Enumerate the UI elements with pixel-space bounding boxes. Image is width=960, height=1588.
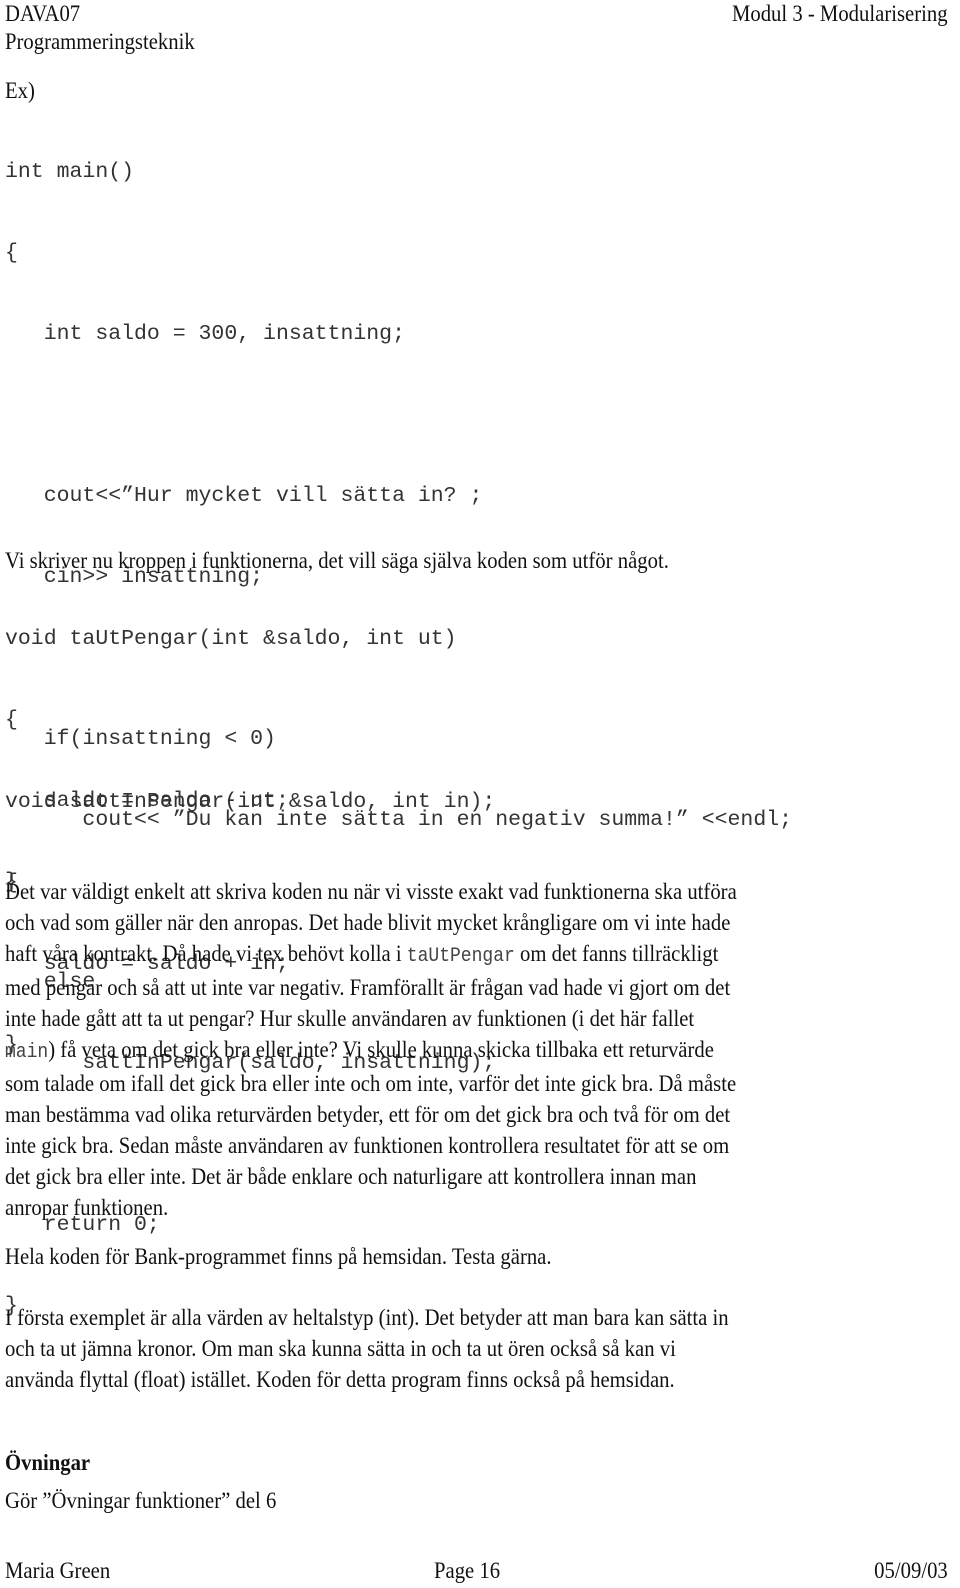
paragraph-line: och vad som gäller när den anropas. Det … — [5, 910, 731, 935]
footer-page-number: Page 16 — [434, 1558, 501, 1583]
paragraph-line: main) få veta om det gick bra eller inte… — [5, 1037, 714, 1064]
code-line: { — [5, 241, 18, 265]
paragraph-line: man bestämma vad olika returvärden betyd… — [5, 1102, 731, 1127]
course-name: Programmeringsteknik — [5, 29, 195, 54]
paragraph-line: använda flyttal (float) istället. Koden … — [5, 1367, 675, 1392]
footer-date-text: 05/09/03 — [874, 1558, 948, 1583]
code-line: int saldo = 300, insattning; — [5, 322, 405, 346]
footer-author: Maria Green — [5, 1558, 111, 1583]
code-line: int main() — [5, 160, 135, 184]
footer-date: 05/09/03 — [866, 1555, 948, 1586]
course-code: DAVA07 — [5, 1, 81, 26]
paragraph-line: inte hade gått att ta ut pengar? Hur sku… — [5, 1006, 695, 1031]
code-line: cout<<”Hur mycket vill sätta in? ; — [5, 484, 483, 508]
code-line: void sattInPengar(int &saldo, int in); — [5, 790, 496, 814]
code-line: { — [5, 708, 18, 732]
inline-code-tautpengar: taUtPengar — [406, 945, 515, 968]
paragraph-line: haft våra kontrakt. Då hade vi tex behöv… — [5, 941, 719, 968]
paragraph-line: det gick bra eller inte. Det är både enk… — [5, 1164, 697, 1189]
module-title-text: Modul 3 - Modularisering — [732, 1, 948, 26]
paragraph-line: med pengar och så att ut inte var negati… — [5, 975, 731, 1000]
paragraph-bank-program: Hela koden för Bank-programmet finns på … — [5, 1244, 552, 1269]
paragraph-line: I första exemplet är alla värden av helt… — [5, 1305, 729, 1330]
paragraph-line: och ta ut jämna kronor. Om man ska kunna… — [5, 1336, 676, 1361]
paragraph-line: inte gick bra. Sedan måste användaren av… — [5, 1133, 730, 1158]
exercises-heading: Övningar — [5, 1450, 91, 1475]
paragraph-line: som talade om ifall det gick bra eller i… — [5, 1071, 737, 1096]
paragraph-contracts: Det var väldigt enkelt att skriva koden … — [5, 876, 959, 1223]
paragraph-float: I första exemplet är alla värden av helt… — [5, 1302, 959, 1395]
module-title: Modul 3 - Modularisering — [708, 0, 948, 29]
inline-code-main: main — [5, 1041, 49, 1064]
code-line: void taUtPengar(int &saldo, int ut) — [5, 627, 457, 651]
example-label: Ex) — [5, 78, 35, 103]
paragraph-line: anropar funktionen. — [5, 1195, 169, 1220]
paragraph-line: Det var väldigt enkelt att skriva koden … — [5, 879, 737, 904]
exercises-text: Gör ”Övningar funktioner” del 6 — [5, 1488, 277, 1513]
